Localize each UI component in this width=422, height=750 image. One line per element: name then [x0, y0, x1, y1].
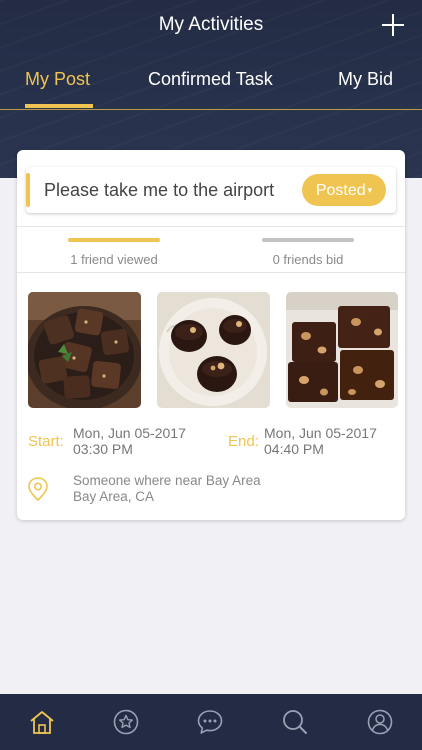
home-icon[interactable] — [28, 708, 56, 736]
post-photo-3[interactable] — [286, 292, 398, 408]
bottom-nav — [0, 694, 422, 750]
tab-my-bid[interactable]: My Bid — [338, 69, 393, 90]
bid-stat: 0 friends bid — [211, 238, 405, 267]
viewed-bar — [68, 238, 160, 242]
start-time: 03:30 PM — [73, 441, 133, 457]
location-line-2: Bay Area, CA — [73, 489, 155, 504]
start-label: Start: — [28, 433, 64, 450]
start-datetime: Mon, Jun 05-2017 03:30 PM — [73, 425, 213, 457]
end-datetime: Mon, Jun 05-2017 04:40 PM — [264, 425, 404, 457]
end-label: End: — [228, 433, 259, 450]
location-line-1: Someone where near Bay Area — [73, 473, 261, 488]
status-label: Posted — [315, 182, 366, 199]
divider — [17, 272, 405, 273]
chat-icon[interactable] — [196, 708, 224, 736]
search-icon[interactable] — [281, 708, 309, 736]
active-tab-indicator — [25, 104, 93, 108]
post-photo-2[interactable] — [157, 292, 270, 408]
viewed-label: 1 friend viewed — [70, 252, 158, 267]
start-date: Mon, Jun 05-2017 — [73, 425, 186, 441]
tab-confirmed-task[interactable]: Confirmed Task — [148, 69, 273, 90]
divider — [17, 226, 405, 227]
post-card[interactable]: Please take me to the airport Posted ▾ 1 … — [17, 150, 405, 520]
end-time: 04:40 PM — [264, 441, 324, 457]
viewed-stat: 1 friend viewed — [17, 238, 211, 267]
post-title-field[interactable]: Please take me to the airport Posted ▾ — [26, 167, 396, 213]
page-title: My Activities — [158, 14, 264, 35]
location-pin-icon — [28, 477, 48, 502]
tab-divider — [0, 109, 422, 110]
add-icon[interactable] — [382, 14, 404, 36]
field-accent-bar — [26, 173, 30, 207]
post-photo-1[interactable] — [28, 292, 141, 408]
end-date: Mon, Jun 05-2017 — [264, 425, 377, 441]
caret-down-icon: ▾ — [367, 185, 373, 195]
bid-label: 0 friends bid — [272, 252, 344, 267]
tab-my-post[interactable]: My Post — [25, 69, 90, 90]
tab-bar: My Post Confirmed Task My Bid — [0, 66, 422, 110]
post-title-text: Please take me to the airport — [44, 180, 275, 200]
status-dropdown-button[interactable]: Posted ▾ — [302, 174, 386, 206]
location-text: Someone where near Bay Area Bay Area, CA — [73, 473, 261, 505]
star-icon[interactable] — [112, 708, 140, 736]
bid-bar — [262, 238, 354, 242]
profile-icon[interactable] — [366, 708, 394, 736]
